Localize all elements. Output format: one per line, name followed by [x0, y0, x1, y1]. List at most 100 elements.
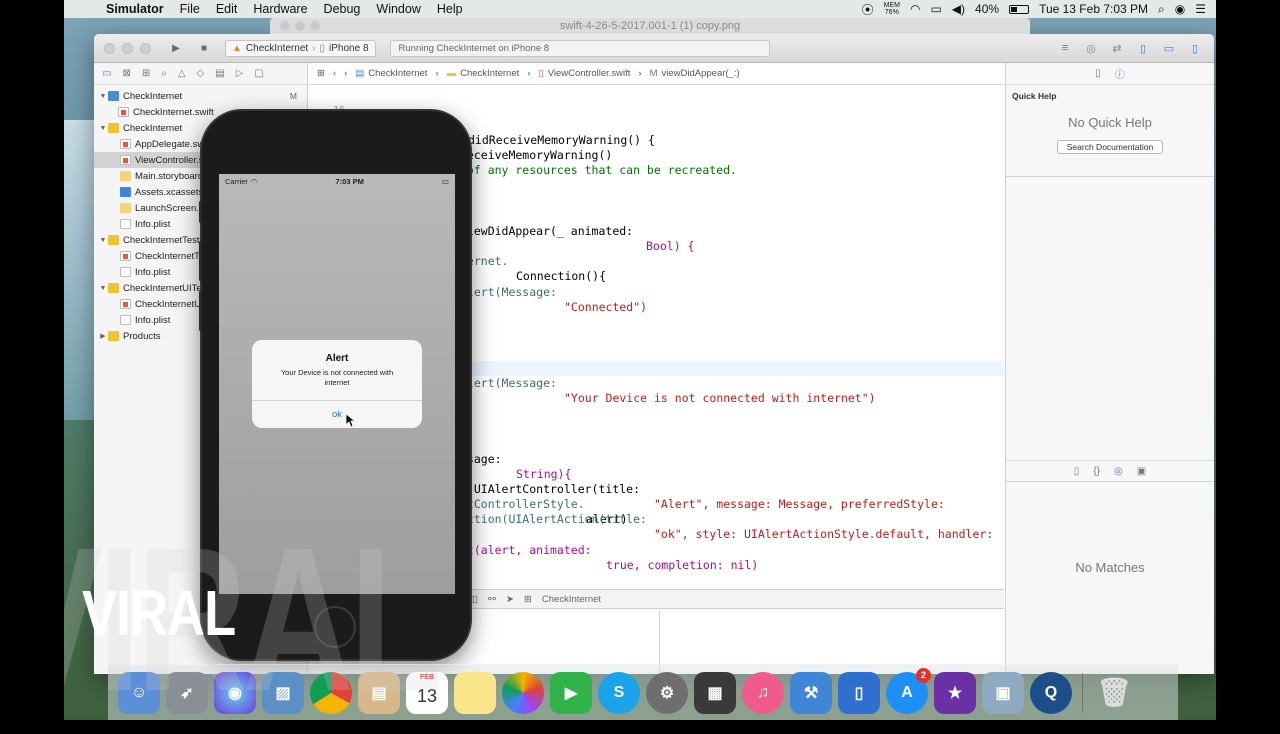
quick-help-icon[interactable]: ⓘ [1115, 66, 1125, 81]
assets-catalog-icon [120, 187, 131, 197]
test-icon[interactable]: ◇ [197, 68, 205, 79]
location-icon[interactable]: ➤ [506, 594, 514, 605]
notes-icon[interactable] [454, 671, 496, 714]
menu-edit[interactable]: Edit [208, 2, 246, 16]
related-items-icon[interactable]: ⊞ [317, 68, 325, 79]
wifi-icon[interactable]: ◠ [910, 2, 920, 16]
code-text: viewDidAppear(_ animated: [460, 224, 641, 238]
breadcrumb-project[interactable]: ▤ CheckInternet [355, 68, 427, 79]
skype-icon[interactable]: S [598, 671, 640, 714]
code-text: nt(alert, animated: [460, 543, 599, 557]
menu-help[interactable]: Help [429, 2, 471, 16]
zoom-window-button[interactable] [140, 42, 151, 54]
image-capture-icon[interactable]: ▣ [982, 671, 1024, 714]
toggle-debug-area-icon[interactable]: ▭ [1158, 40, 1180, 57]
swift-file-icon [120, 155, 131, 165]
view-hierarchy-icon[interactable]: ◫ [469, 594, 478, 605]
letterbox-right [1216, 0, 1280, 720]
media-library-icon[interactable]: ▣ [1137, 466, 1146, 477]
system-preferences-icon[interactable]: ⚙ [646, 671, 688, 714]
forward-arrow-icon[interactable]: › [344, 68, 347, 79]
library-tabs: ▯ {} ◎ ▣ [1006, 460, 1214, 482]
zoom-window-button[interactable] [310, 21, 320, 31]
facetime-icon[interactable]: ▶ [550, 671, 592, 714]
mute-switch[interactable] [199, 201, 202, 223]
battery-icon[interactable] [1009, 4, 1030, 14]
menu-bar: Simulator File Edit Hardware Debug Windo… [64, 0, 1216, 18]
menu-app-name[interactable]: Simulator [98, 2, 172, 16]
minimize-window-button[interactable] [295, 21, 305, 31]
volume-icon[interactable]: ◀) [952, 2, 965, 16]
breadcrumb-label: CheckInternet [368, 68, 428, 79]
file-template-icon[interactable]: ▯ [1074, 466, 1080, 477]
tree-row-project[interactable]: ▼ CheckInternet M [94, 88, 307, 104]
notification-center-icon[interactable]: ☰ [1195, 2, 1206, 16]
standard-editor-icon[interactable]: ≡ [1054, 40, 1076, 57]
app-store-icon[interactable]: A 2 [886, 667, 931, 714]
assistant-editor-icon[interactable]: ◎ [1080, 40, 1102, 57]
memory-graph-icon[interactable]: ⚯ [488, 594, 496, 605]
code-snippet-icon[interactable]: {} [1093, 466, 1100, 477]
trash-icon[interactable]: 🗑 [1093, 672, 1135, 714]
symbol-icon[interactable]: ⊞ [142, 68, 150, 79]
report-icon[interactable]: ▢ [254, 68, 263, 79]
toggle-inspector-icon[interactable]: ▯ [1184, 40, 1206, 57]
breakpoint-icon[interactable]: ▷ [236, 68, 244, 79]
photos-icon[interactable] [502, 671, 544, 714]
navigator-tabs: ▭ ⊠ ⊞ ⌕ △ ◇ ▤ ▷ ▢ [94, 63, 307, 85]
airplay-icon[interactable]: ▭ [930, 2, 941, 16]
minimize-window-button[interactable] [122, 42, 133, 54]
menu-hardware[interactable]: Hardware [245, 2, 315, 16]
disclosure-open-icon[interactable]: ▼ [98, 285, 108, 292]
search-documentation-button[interactable]: Search Documentation [1057, 140, 1163, 154]
imovie-icon[interactable]: ★ [934, 671, 976, 714]
spotlight-search-icon[interactable]: ⌕ [1158, 2, 1165, 17]
tree-label: CheckInternet.swift [133, 106, 214, 118]
file-inspector-icon[interactable]: ▯ [1095, 68, 1101, 79]
breadcrumb-file[interactable]: ▯ ViewController.swift [538, 68, 630, 79]
alert-ok-button[interactable]: ok [252, 400, 422, 428]
folder-icon [108, 283, 119, 293]
source-control-icon[interactable]: ⊠ [122, 68, 130, 79]
menu-datetime[interactable]: Tue 13 Feb 7:03 PM [1039, 2, 1148, 16]
disclosure-closed-icon[interactable]: ▶ [98, 332, 108, 340]
close-window-button[interactable] [280, 21, 290, 31]
volume-up-button[interactable] [199, 241, 202, 281]
object-library-icon[interactable]: ◎ [1114, 466, 1123, 477]
volume-down-button[interactable] [199, 291, 202, 331]
battery-percent[interactable]: 40% [975, 2, 999, 16]
itunes-icon[interactable]: ♫ [742, 671, 784, 714]
xcode-icon[interactable]: ⚒ [790, 671, 832, 714]
folder-icon[interactable]: ▭ [102, 68, 111, 79]
disclosure-open-icon[interactable]: ▼ [98, 237, 108, 244]
back-arrow-icon[interactable]: ‹ [333, 68, 336, 79]
version-editor-icon[interactable]: ⇄ [1106, 40, 1128, 57]
menu-debug[interactable]: Debug [316, 2, 369, 16]
tree-label: Info.plist [135, 314, 171, 326]
quicktime-icon[interactable]: Q [1030, 671, 1072, 714]
toggle-navigator-icon[interactable]: ▯ [1132, 40, 1154, 57]
stop-button[interactable]: ■ [193, 40, 215, 57]
mouse-cursor-icon [346, 414, 356, 428]
memory-indicator[interactable]: MEM 76% [884, 2, 900, 16]
scheme-selector[interactable]: ▲ CheckInternet › ▯ iPhone 8 [225, 39, 376, 57]
code-keyword: true, completion: nil) [606, 558, 759, 572]
swift-file-icon: ▯ [538, 68, 544, 79]
breadcrumb-method[interactable]: M viewDidAppear(_:) [650, 68, 740, 79]
scheme-icon: ▲ [232, 42, 242, 54]
menu-window[interactable]: Window [368, 2, 428, 16]
find-icon[interactable]: ⌕ [161, 68, 167, 79]
issue-icon[interactable]: △ [178, 68, 186, 79]
record-icon[interactable]: ⦿ [862, 1, 874, 18]
disclosure-open-icon[interactable]: ▼ [98, 125, 108, 132]
siri-icon[interactable]: ◉ [1175, 2, 1185, 16]
folder-icon: ▬ [446, 68, 457, 79]
calculator-icon[interactable]: ▦ [694, 671, 736, 714]
debug-icon[interactable]: ▤ [215, 68, 224, 79]
menu-file[interactable]: File [172, 2, 208, 16]
simulator-app-icon[interactable]: ▯ [838, 671, 880, 714]
close-window-button[interactable] [104, 42, 115, 54]
run-button[interactable]: ▶ [165, 40, 187, 57]
breadcrumb-group[interactable]: ▬ CheckInternet [447, 68, 520, 79]
disclosure-open-icon[interactable]: ▼ [98, 93, 108, 100]
